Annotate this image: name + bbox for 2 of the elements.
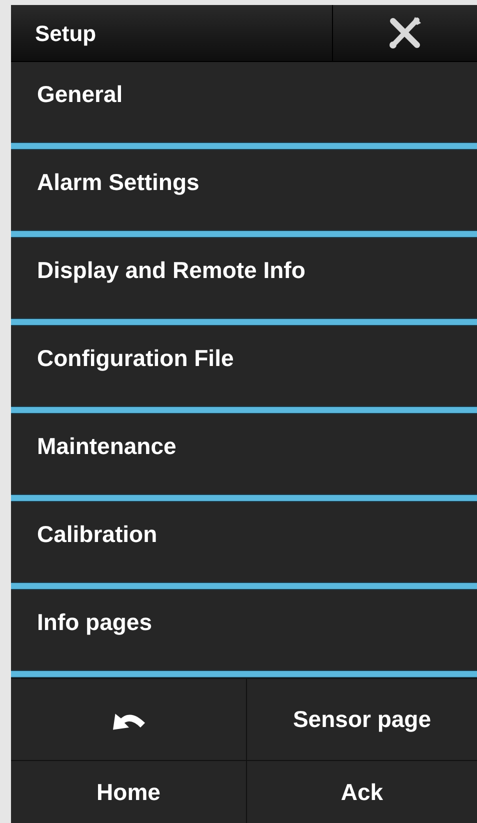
back-button[interactable] xyxy=(11,679,247,761)
header-title: Setup xyxy=(11,5,333,61)
